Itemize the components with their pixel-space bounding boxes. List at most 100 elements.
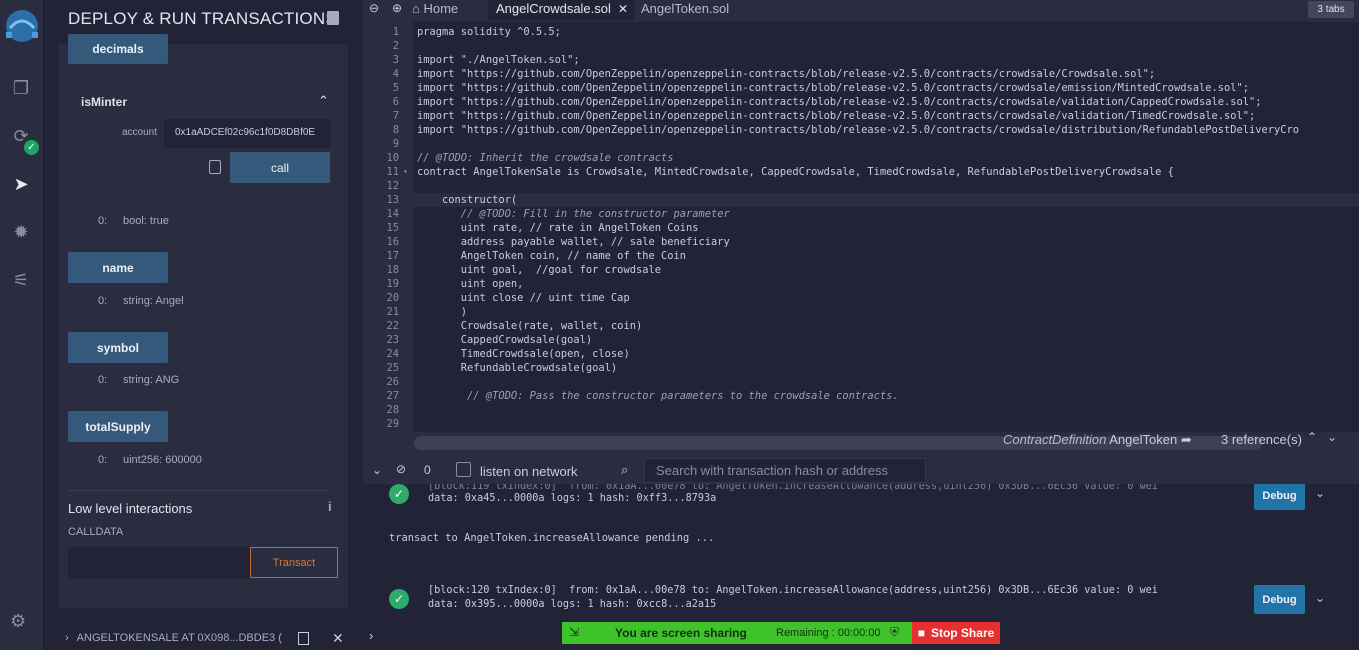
debug-button[interactable]: Debug xyxy=(1254,484,1305,510)
call-button[interactable]: call xyxy=(230,152,330,183)
code-line[interactable]: 28 xyxy=(363,403,1359,417)
fold-chevron-icon[interactable]: ▾ xyxy=(403,165,408,179)
listen-network-checkbox[interactable] xyxy=(456,462,471,477)
code-line[interactable]: 29 xyxy=(363,417,1359,431)
deploy-run-icon[interactable]: ➤ xyxy=(7,170,35,198)
expand-tx-chevron-icon[interactable]: ⌄ xyxy=(1315,486,1325,500)
references-count: 3 reference(s) xyxy=(1221,432,1302,447)
docs-book-icon[interactable] xyxy=(327,11,339,25)
tabs-count-badge[interactable]: 3 tabs xyxy=(1308,1,1354,18)
line-text: contract AngelTokenSale is Crowdsale, Mi… xyxy=(417,166,1174,178)
collapse-terminal-icon[interactable]: ⌄ xyxy=(372,463,382,477)
terminal-prompt-icon[interactable]: › xyxy=(369,628,373,643)
decimals-button[interactable]: decimals xyxy=(68,34,168,64)
code-line[interactable]: 20 uint close // uint time Cap xyxy=(363,291,1359,305)
totalsupply-button[interactable]: totalSupply xyxy=(68,411,168,442)
transact-button[interactable]: Transact xyxy=(250,547,338,578)
code-line[interactable]: 22 Crowdsale(rate, wallet, coin) xyxy=(363,319,1359,333)
line-number: 1 xyxy=(392,26,399,38)
tab-angeltoken[interactable]: AngelToken.sol xyxy=(641,0,741,20)
info-icon[interactable]: i xyxy=(328,499,332,514)
code-line[interactable]: 8 import "https://github.com/OpenZeppelin… xyxy=(363,123,1359,137)
stop-share-button[interactable]: ■ Stop Share xyxy=(912,622,1000,644)
line-text: import "https://github.com/OpenZeppelin/… xyxy=(417,82,1250,94)
file-explorer-icon[interactable]: ❐ xyxy=(7,74,35,102)
code-line[interactable]: 5 import "https://github.com/OpenZeppelin… xyxy=(363,81,1359,95)
code-line[interactable]: 11 ▾ contract AngelTokenSale is Crowdsale,… xyxy=(363,165,1359,179)
line-text: // @TODO: Fill in the constructor parame… xyxy=(417,208,730,220)
tab-home[interactable]: ⌂ Home xyxy=(412,0,478,20)
calldata-input[interactable] xyxy=(68,547,250,578)
debugger-icon[interactable]: ✹ xyxy=(7,218,35,246)
line-text: CappedCrowdsale(goal) xyxy=(417,334,593,346)
chevron-down-icon[interactable]: ⌄ xyxy=(1327,430,1337,444)
code-line[interactable]: 3 import "./AngelToken.sol"; xyxy=(363,53,1359,67)
line-text: uint close // uint time Cap xyxy=(417,292,630,304)
clear-terminal-icon[interactable]: ⊘ xyxy=(396,462,406,476)
tab-label: AngelCrowdsale.sol xyxy=(496,1,611,16)
chevron-up-icon[interactable]: ⌃ xyxy=(1307,430,1317,444)
output-index: 0: xyxy=(98,454,108,466)
line-number: 18 xyxy=(386,264,399,276)
code-line[interactable]: 26 xyxy=(363,375,1359,389)
goto-definition-icon[interactable]: ➦ xyxy=(1181,432,1192,447)
code-line[interactable]: 12 xyxy=(363,179,1359,193)
code-line[interactable]: 4 import "https://github.com/OpenZeppelin… xyxy=(363,67,1359,81)
collapse-chevron-up-icon[interactable]: ⌃ xyxy=(318,93,329,109)
code-editor[interactable]: 1 pragma solidity ^0.5.5; 2 3 import "./Ange… xyxy=(363,22,1359,450)
code-line[interactable]: 16 address payable wallet, // sale benef… xyxy=(363,235,1359,249)
tab-angelcrowdsale[interactable]: AngelCrowdsale.sol ✕ xyxy=(488,0,634,20)
code-line[interactable]: 15 uint rate, // rate in AngelToken Coin… xyxy=(363,221,1359,235)
symbol-button[interactable]: symbol xyxy=(68,332,168,363)
close-tab-icon[interactable]: ✕ xyxy=(618,2,628,16)
plugin-manager-icon[interactable]: ⚟ xyxy=(7,266,35,294)
account-input[interactable]: 0x1aADCEf02c96c1f0D8DBf0E xyxy=(164,119,330,148)
code-line[interactable]: 1 pragma solidity ^0.5.5; xyxy=(363,25,1359,39)
tx-summary[interactable]: [block:119 txIndex:0] from: 0x1aA...00e7… xyxy=(428,484,1158,492)
terminal-search-input[interactable]: Search with transaction hash or address xyxy=(644,458,926,483)
line-text: import "https://github.com/OpenZeppelin/… xyxy=(417,68,1156,80)
zoom-out-icon[interactable]: ⊖ xyxy=(369,1,379,15)
line-number: 9 xyxy=(392,138,399,150)
code-line[interactable]: 10 // @TODO: Inherit the crowdsale contra… xyxy=(363,151,1359,165)
contract-def-name: AngelToken xyxy=(1109,432,1178,447)
output-index: 0: xyxy=(98,295,108,307)
code-line[interactable]: 27 // @TODO: Pass the constructor parame… xyxy=(363,389,1359,403)
zoom-in-icon[interactable]: ⊕ xyxy=(392,1,402,15)
contract-definition: ContractDefinition AngelToken ➦ xyxy=(1003,432,1192,448)
line-number: 12 xyxy=(386,180,399,192)
code-line[interactable]: 17 AngelToken coin, // name of the Coin xyxy=(363,249,1359,263)
tx-data: data: 0x395...0000a logs: 1 hash: 0xcc8.… xyxy=(428,599,717,610)
code-line[interactable]: 9 xyxy=(363,137,1359,151)
code-line[interactable]: 7 import "https://github.com/OpenZeppelin… xyxy=(363,109,1359,123)
code-line[interactable]: 23 CappedCrowdsale(goal) xyxy=(363,333,1359,347)
contract-def-prefix: ContractDefinition xyxy=(1003,432,1107,447)
code-line[interactable]: 24 TimedCrowdsale(open, close) xyxy=(363,347,1359,361)
copy-calldata-icon[interactable] xyxy=(209,160,221,174)
code-line[interactable]: 19 uint open, xyxy=(363,277,1359,291)
copy-address-icon[interactable] xyxy=(298,632,309,645)
close-icon[interactable]: ✕ xyxy=(332,630,344,647)
code-line[interactable]: 13 constructor( xyxy=(363,193,1359,207)
code-line[interactable]: 21 ) xyxy=(363,305,1359,319)
code-line[interactable]: 14 // @TODO: Fill in the constructor par… xyxy=(363,207,1359,221)
expand-tx-chevron-icon[interactable]: ⌄ xyxy=(1315,591,1325,605)
name-button[interactable]: name xyxy=(68,252,168,283)
code-line[interactable]: 18 uint goal, //goal for crowdsale xyxy=(363,263,1359,277)
code-line[interactable]: 6 import "https://github.com/OpenZeppelin… xyxy=(363,95,1359,109)
tab-label: AngelToken.sol xyxy=(641,1,730,16)
remix-logo-icon[interactable] xyxy=(2,6,42,46)
tx-summary[interactable]: [block:120 txIndex:0] from: 0x1aA...00e7… xyxy=(428,585,1158,596)
deployed-contract-row[interactable]: › ANGELTOKENSALE AT 0X098...DBDE3 ( xyxy=(65,632,282,644)
reference-nav[interactable]: ⌃ ⌄ xyxy=(1307,430,1337,444)
settings-gear-icon[interactable]: ⚙ xyxy=(10,611,26,632)
deployed-contract-label: ANGELTOKENSALE AT 0X098...DBDE3 ( xyxy=(76,632,282,644)
panel-title: DEPLOY & RUN TRANSACTIONS xyxy=(68,9,337,28)
code-line[interactable]: 25 RefundableCrowdsale(goal) xyxy=(363,361,1359,375)
drag-handle-icon[interactable]: ⇲ xyxy=(569,625,579,639)
line-text: import "https://github.com/OpenZeppelin/… xyxy=(417,96,1262,108)
debug-button[interactable]: Debug xyxy=(1254,585,1305,614)
line-number: 17 xyxy=(386,250,399,262)
code-line[interactable]: 2 xyxy=(363,39,1359,53)
account-param-label: account xyxy=(122,127,158,138)
